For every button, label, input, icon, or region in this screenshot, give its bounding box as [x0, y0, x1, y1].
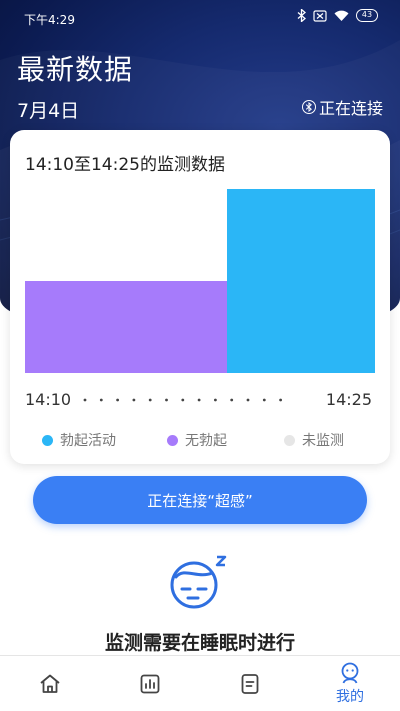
page-title: 最新数据 — [17, 53, 134, 86]
legend-label: 未监测 — [302, 433, 344, 449]
timeline-dot — [99, 398, 103, 402]
sleep-hint-text: 监测需要在睡眠时进行 — [104, 632, 295, 654]
x-axis-end: 14:25 — [325, 390, 372, 409]
timeline-dot — [246, 398, 250, 402]
timeline-dot — [197, 398, 201, 402]
tab-home[interactable] — [0, 656, 100, 711]
timeline-dot — [148, 398, 152, 402]
connect-device-button[interactable]: 正在连接“超感” — [33, 476, 367, 524]
bottom-tab-bar: 我的 — [0, 655, 400, 711]
timeline-dot — [181, 398, 185, 402]
chart-icon — [140, 674, 160, 693]
status-bar: 下午4:29 43 — [0, 0, 400, 36]
chart-bar-no-erection — [25, 281, 227, 373]
timeline-dot — [230, 398, 234, 402]
timeline-dot — [116, 398, 119, 402]
tab-statistics[interactable] — [100, 656, 200, 711]
connection-status-text: 正在连接 — [318, 99, 383, 118]
timeline-dot — [83, 398, 87, 402]
battery-icon: 43 — [356, 9, 378, 22]
legend-label: 无勃起 — [185, 433, 227, 449]
tab-profile-label: 我的 — [336, 689, 364, 705]
home-icon — [40, 674, 60, 693]
tab-records[interactable] — [200, 656, 300, 711]
timeline-dot — [132, 398, 136, 402]
legend-label: 勃起活动 — [60, 433, 116, 449]
legend-dot — [42, 434, 53, 446]
sleeping-face-icon — [170, 555, 227, 609]
legend-dot — [167, 434, 178, 446]
monitoring-chart — [25, 189, 375, 402]
timeline-dot — [165, 398, 168, 402]
connection-status: 正在连接 — [301, 95, 383, 119]
status-time: 下午4:29 — [24, 13, 75, 27]
monitoring-card: 14:10至14:25的监测数据 14:10 14:25 勃起活动 无勃起 未监… — [10, 130, 390, 464]
timeline-dot — [262, 398, 266, 402]
legend-item-erection: 勃起活动 — [42, 430, 116, 450]
x-axis-start: 14:10 — [25, 390, 72, 409]
chart-bar-erection — [227, 189, 375, 373]
wifi-icon — [334, 10, 349, 21]
legend-dot — [284, 434, 295, 446]
legend-item-not-monitored: 未监测 — [284, 430, 344, 450]
bluetooth-icon — [301, 100, 316, 114]
date-label: 7月4日 — [17, 100, 80, 122]
profile-icon — [341, 662, 359, 684]
legend-item-no-erection: 无勃起 — [167, 430, 227, 450]
bluetooth-icon — [297, 9, 306, 22]
timeline-dot — [279, 398, 282, 402]
sim-off-icon — [313, 9, 327, 22]
status-icons: 43 — [297, 9, 378, 22]
tab-profile[interactable]: 我的 — [300, 656, 400, 711]
timeline-dot — [214, 398, 217, 402]
document-icon — [241, 673, 259, 694]
